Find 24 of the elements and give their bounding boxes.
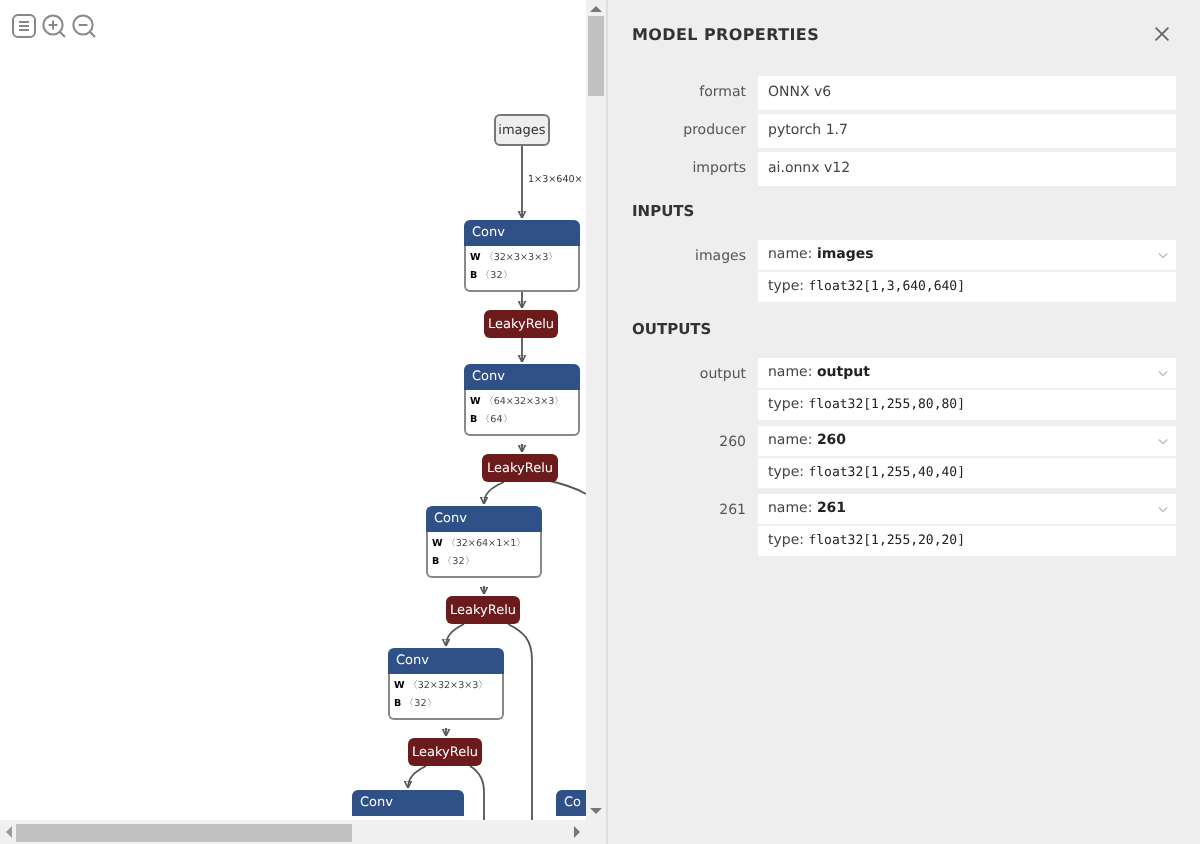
scrollbar-thumb[interactable] bbox=[588, 16, 604, 96]
expand-icon[interactable] bbox=[1158, 437, 1168, 445]
graph-edge bbox=[517, 443, 527, 453]
graph-edge bbox=[517, 337, 527, 363]
graph-edge bbox=[469, 765, 485, 820]
graph-edge bbox=[479, 585, 489, 595]
scrollbar-thumb[interactable] bbox=[16, 823, 352, 841]
expand-icon[interactable] bbox=[1158, 505, 1168, 513]
horizontal-scrollbar[interactable] bbox=[0, 820, 586, 844]
graph-edge bbox=[403, 765, 427, 789]
graph-edge bbox=[517, 289, 527, 309]
close-icon[interactable] bbox=[1154, 26, 1170, 42]
graph-edge bbox=[517, 145, 527, 219]
scroll-right-icon[interactable] bbox=[574, 826, 580, 838]
graph-edge bbox=[441, 727, 451, 737]
vertical-scrollbar[interactable] bbox=[586, 0, 606, 820]
expand-icon[interactable] bbox=[1158, 369, 1168, 377]
graph-edge bbox=[441, 623, 465, 647]
zoom-in-icon[interactable] bbox=[42, 14, 66, 38]
zoom-out-icon[interactable] bbox=[72, 14, 96, 38]
panel-title: MODEL PROPERTIES bbox=[632, 25, 820, 43]
graph-edge bbox=[479, 481, 505, 505]
expand-icon[interactable] bbox=[1158, 251, 1168, 259]
menu-icon[interactable] bbox=[12, 14, 36, 38]
